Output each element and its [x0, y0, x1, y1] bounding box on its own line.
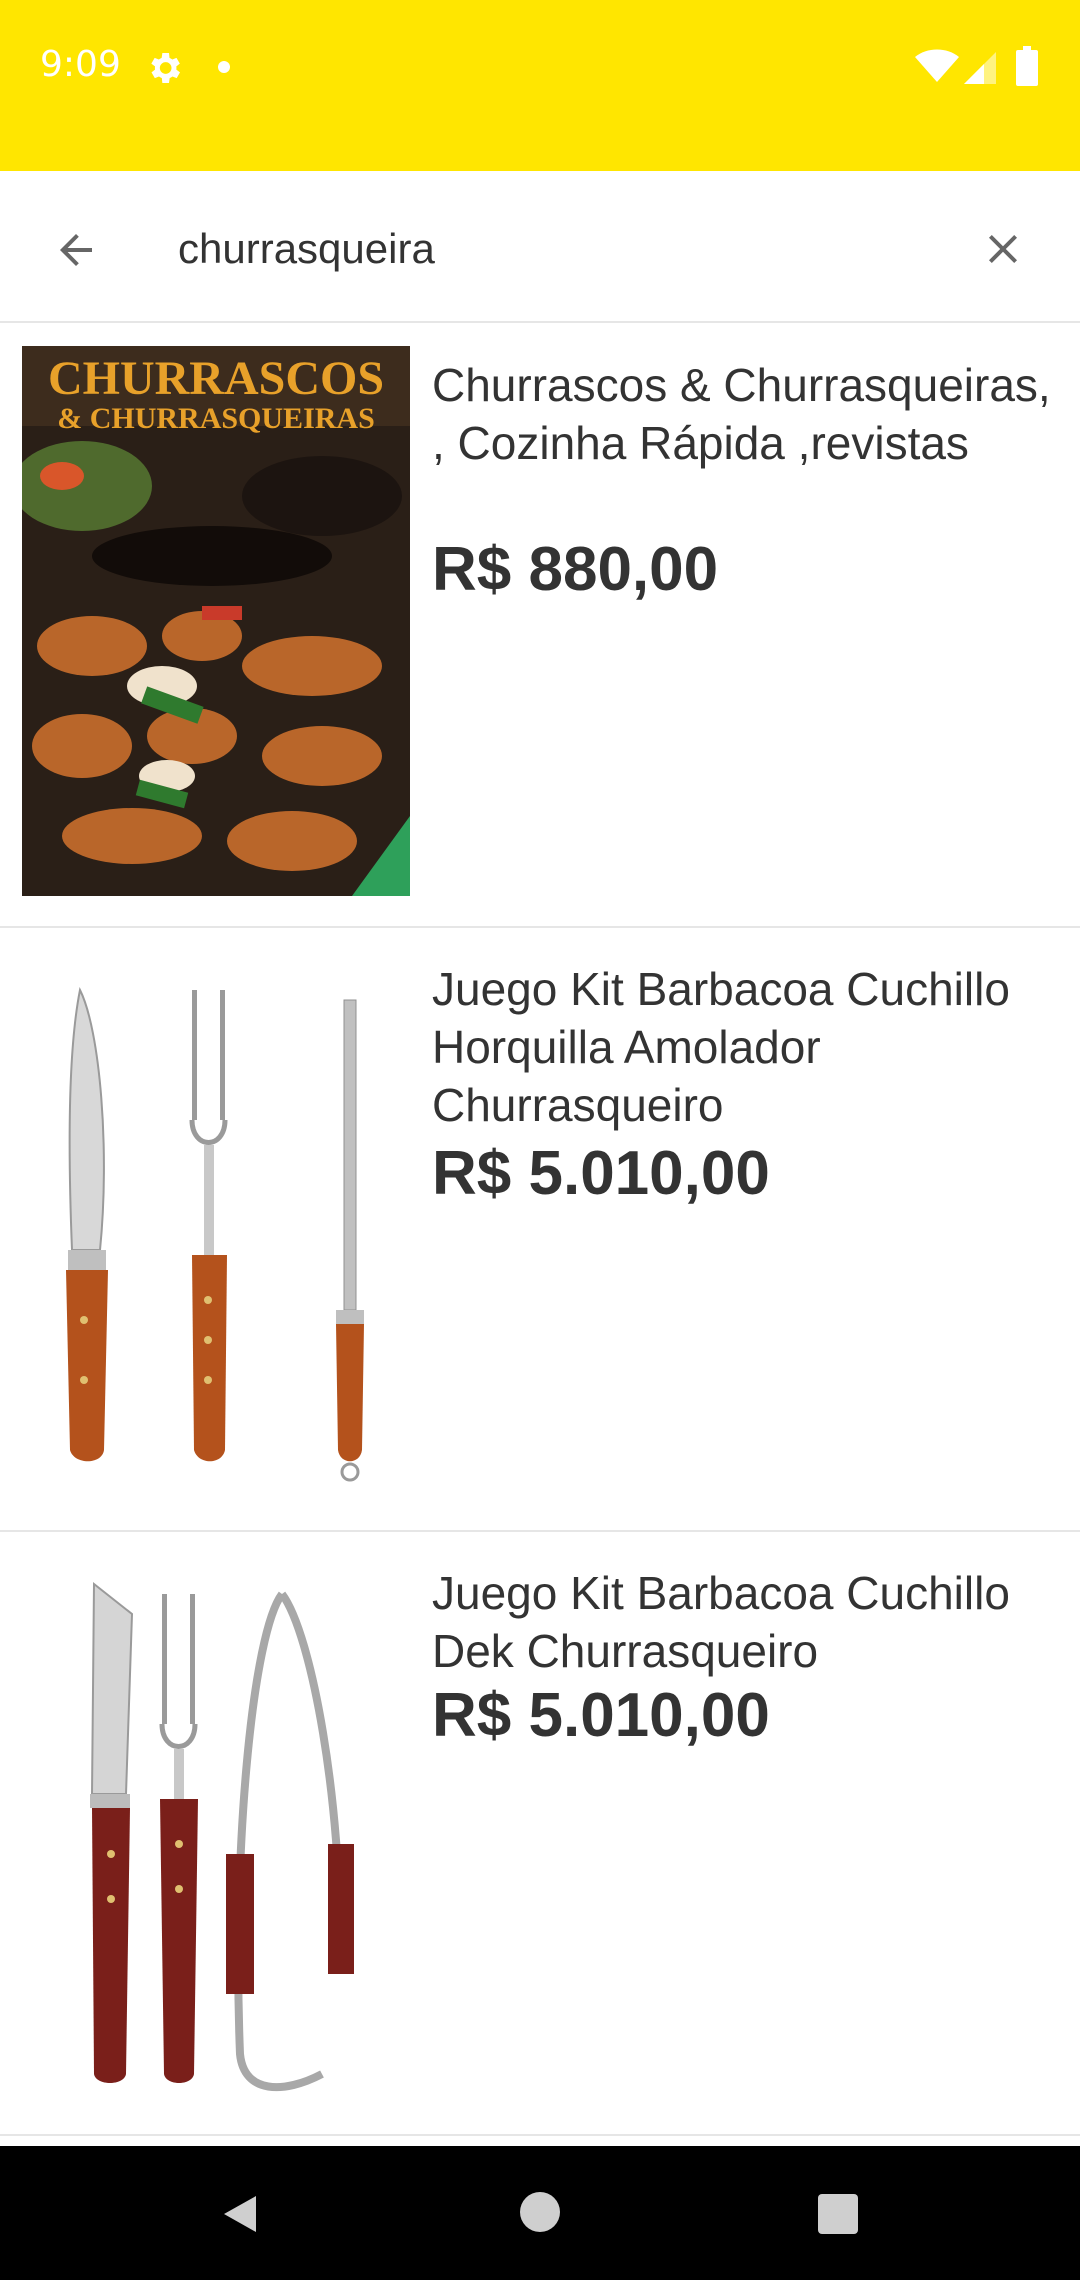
nav-home-icon[interactable] [520, 2192, 560, 2232]
product-title[interactable]: Churrascos & Churrasqueiras, , Cozinha R… [432, 356, 1062, 472]
product-price: R$ 5.010,00 [432, 1681, 770, 1750]
magazine-cover-image: CHURRASCOS & CHURRASQUEIRAS [22, 346, 410, 896]
arrow-left-icon [60, 234, 92, 266]
wifi-icon [915, 49, 959, 82]
list-item[interactable]: Juego Kit Barbacoa Cuchillo Horquilla Am… [0, 928, 1080, 1532]
product-title[interactable]: Juego Kit Barbacoa Cuchillo Horquilla Am… [432, 960, 1062, 1134]
product-image[interactable] [22, 1554, 410, 2104]
results-list: CHURRASCOS & CHURRASQUEIRAS Churrascos &… [0, 324, 1080, 2136]
battery-icon [1016, 46, 1038, 86]
nav-back-icon[interactable] [216, 2190, 264, 2238]
cover-title-1: CHURRASCOS [48, 352, 384, 405]
product-image[interactable]: CHURRASCOS & CHURRASQUEIRAS [22, 346, 410, 896]
nav-recents-icon[interactable] [818, 2194, 858, 2234]
dot-icon [218, 61, 230, 73]
clear-search-button[interactable] [972, 218, 1034, 280]
gear-icon [151, 53, 180, 83]
close-icon [989, 235, 1017, 263]
knife-fork-sharpener-image [22, 950, 410, 1500]
status-bar: 9:09 [0, 0, 1080, 171]
product-title[interactable]: Juego Kit Barbacoa Cuchillo Dek Churrasq… [432, 1564, 1062, 1680]
list-item[interactable]: Juego Kit Barbacoa Cuchillo Dek Churrasq… [0, 1532, 1080, 2136]
knife-fork-tongs-image [22, 1554, 410, 2104]
cover-title-2: & CHURRASQUEIRAS [57, 402, 375, 435]
product-price: R$ 5.010,00 [432, 1139, 770, 1208]
search-input[interactable] [178, 218, 938, 280]
back-button[interactable] [46, 220, 106, 280]
signal-icon [964, 52, 996, 84]
product-price: R$ 880,00 [432, 535, 719, 604]
list-item[interactable]: CHURRASCOS & CHURRASQUEIRAS Churrascos &… [0, 324, 1080, 928]
status-time: 9:09 [40, 44, 121, 85]
product-image[interactable] [22, 950, 410, 1500]
